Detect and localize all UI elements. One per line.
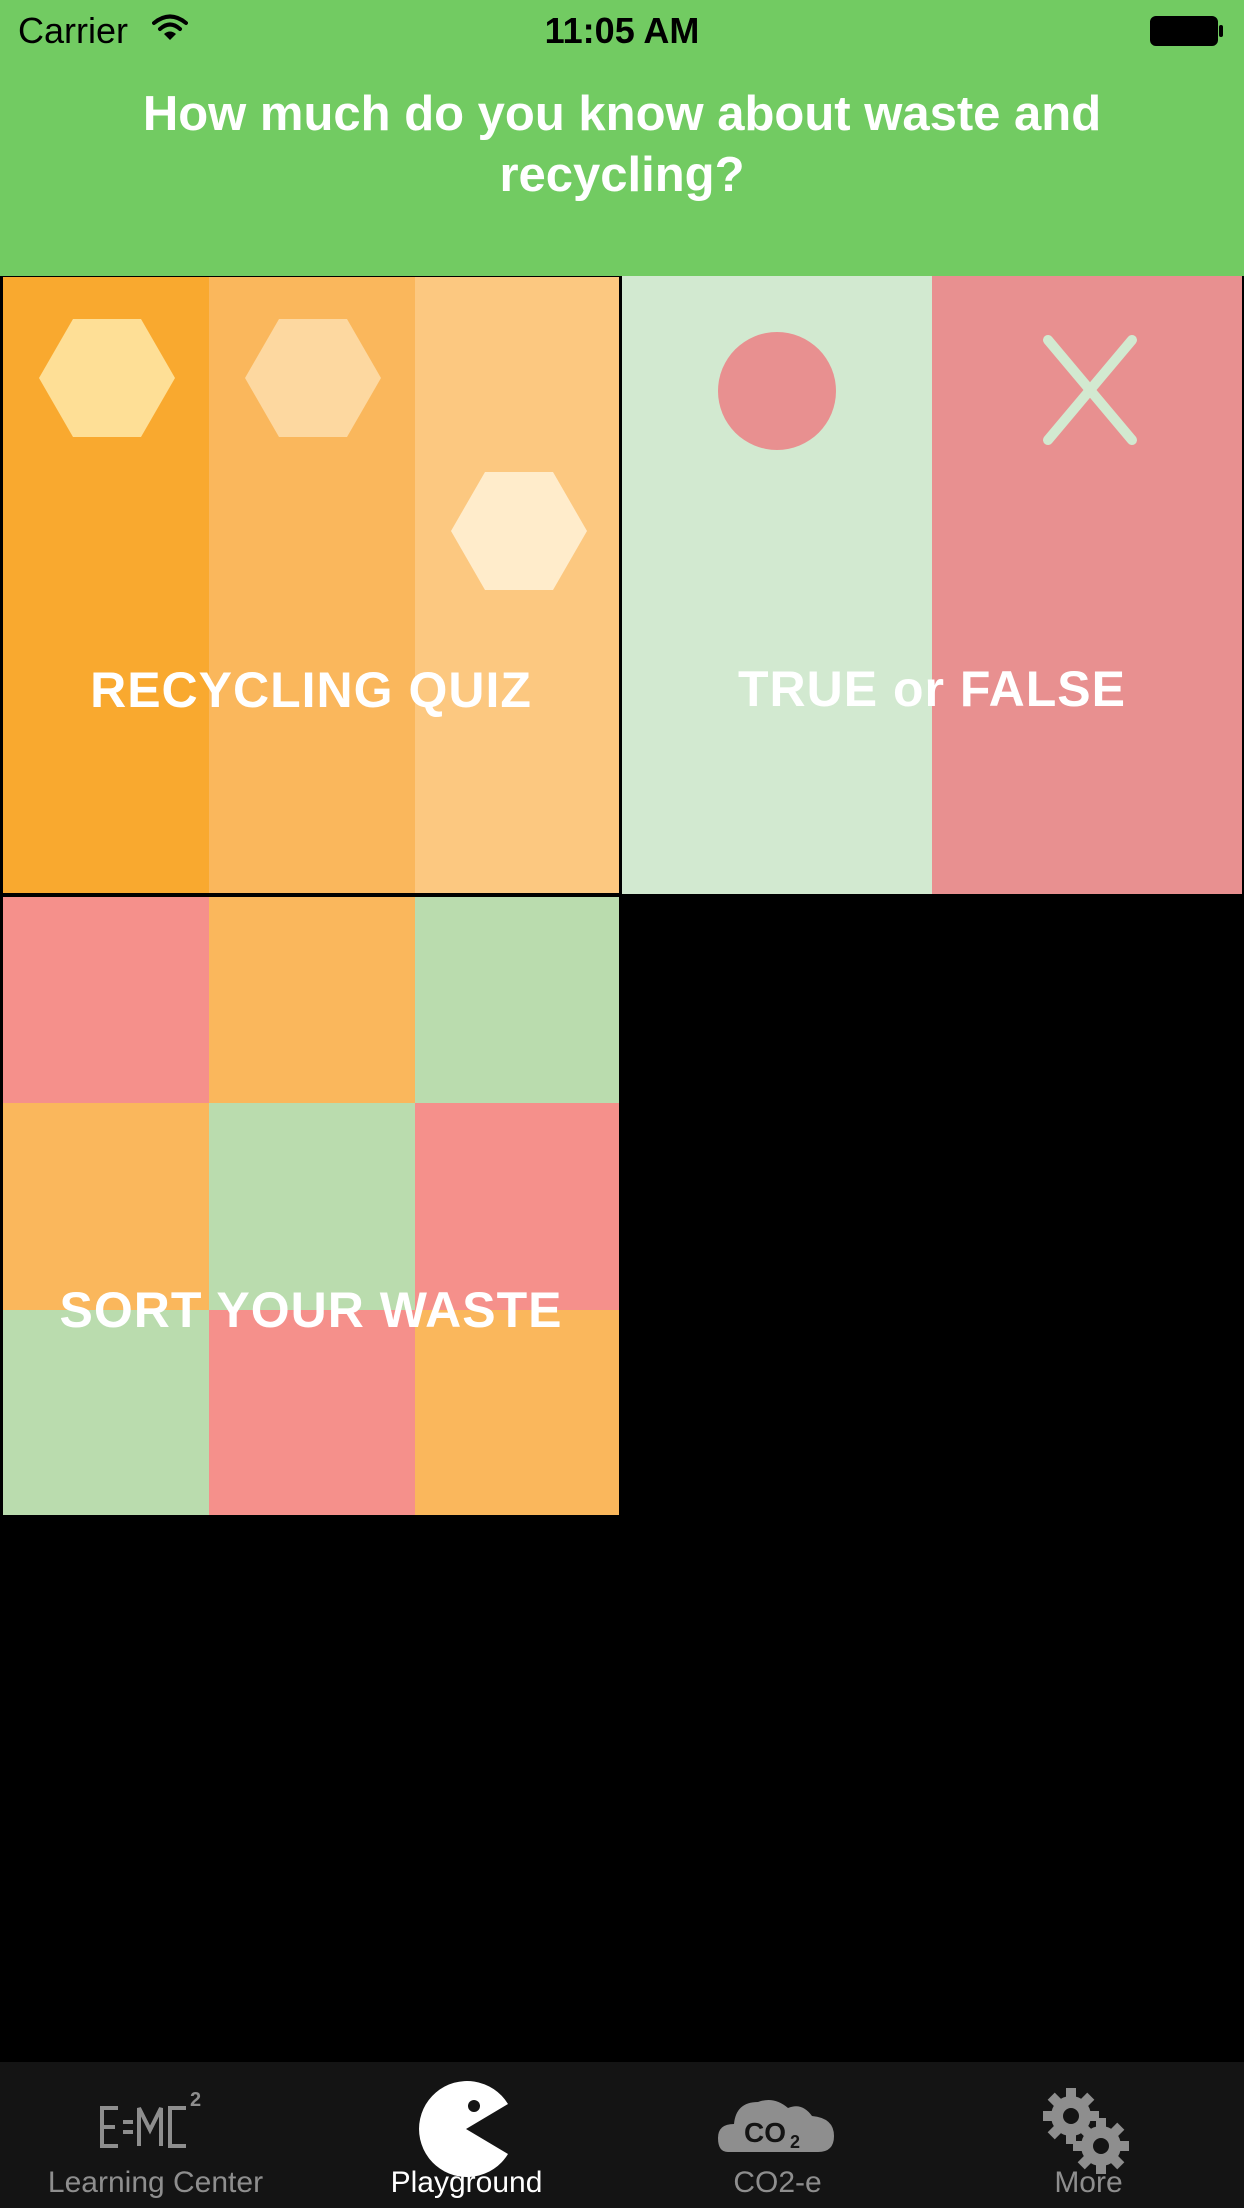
svg-text:2: 2 xyxy=(790,2132,800,2152)
tab-co2e[interactable]: CO 2 CO2-e xyxy=(622,2062,933,2208)
grid-cell xyxy=(209,897,415,1103)
true-or-false-label: TRUE or FALSE xyxy=(737,661,1127,717)
battery-icon xyxy=(1150,16,1223,46)
grid-cell xyxy=(209,1103,415,1310)
grid-cell xyxy=(3,1310,209,1515)
recycling-quiz-label: RECYCLING QUIZ xyxy=(90,662,532,718)
hexagon-icon xyxy=(245,319,381,437)
page-title: How much do you know about waste and rec… xyxy=(142,87,1102,202)
tab-label: CO2-e xyxy=(733,2166,822,2199)
grid-cell xyxy=(3,897,209,1103)
tab-playground[interactable]: Playground xyxy=(311,2062,622,2208)
svg-text:2: 2 xyxy=(190,2089,201,2111)
co2-cloud-icon: CO 2 xyxy=(718,2100,834,2152)
recycling-quiz-tile[interactable]: RECYCLING QUIZ xyxy=(2,276,620,894)
circle-true-icon xyxy=(718,332,836,450)
cross-false-icon xyxy=(1043,335,1137,445)
hexagon-icon xyxy=(451,472,587,590)
tab-label: More xyxy=(1054,2166,1123,2199)
tab-label: Learning Center xyxy=(47,2166,264,2199)
hexagon-icon xyxy=(39,319,175,437)
tab-bar: 2 Learning Center Playground CO 2 CO2-e xyxy=(0,2062,1244,2208)
tab-more[interactable]: More xyxy=(933,2062,1244,2208)
gears-icon xyxy=(1043,2088,1129,2174)
svg-text:CO: CO xyxy=(744,2117,786,2148)
grid-cell xyxy=(3,1103,209,1310)
sort-your-waste-tile[interactable]: SORT YOUR WASTE xyxy=(2,896,620,1516)
status-time: 11:05 AM xyxy=(544,10,700,51)
grid-cell xyxy=(209,1310,415,1515)
true-or-false-tile[interactable]: TRUE or FALSE xyxy=(622,276,1242,894)
tab-label: Playground xyxy=(390,2166,543,2199)
grid-cell xyxy=(415,897,619,1103)
pacman-icon xyxy=(419,2081,508,2177)
sort-your-waste-label: SORT YOUR WASTE xyxy=(59,1282,563,1338)
tab-learning-center[interactable]: 2 Learning Center xyxy=(0,2062,311,2208)
emc2-icon: 2 xyxy=(100,2089,201,2148)
status-bar: Carrier 11:05 AM xyxy=(0,0,1244,62)
grid-cell xyxy=(415,1103,619,1310)
header: Carrier 11:05 AM How much do you know ab… xyxy=(0,0,1244,276)
grid-cell xyxy=(415,1310,619,1515)
